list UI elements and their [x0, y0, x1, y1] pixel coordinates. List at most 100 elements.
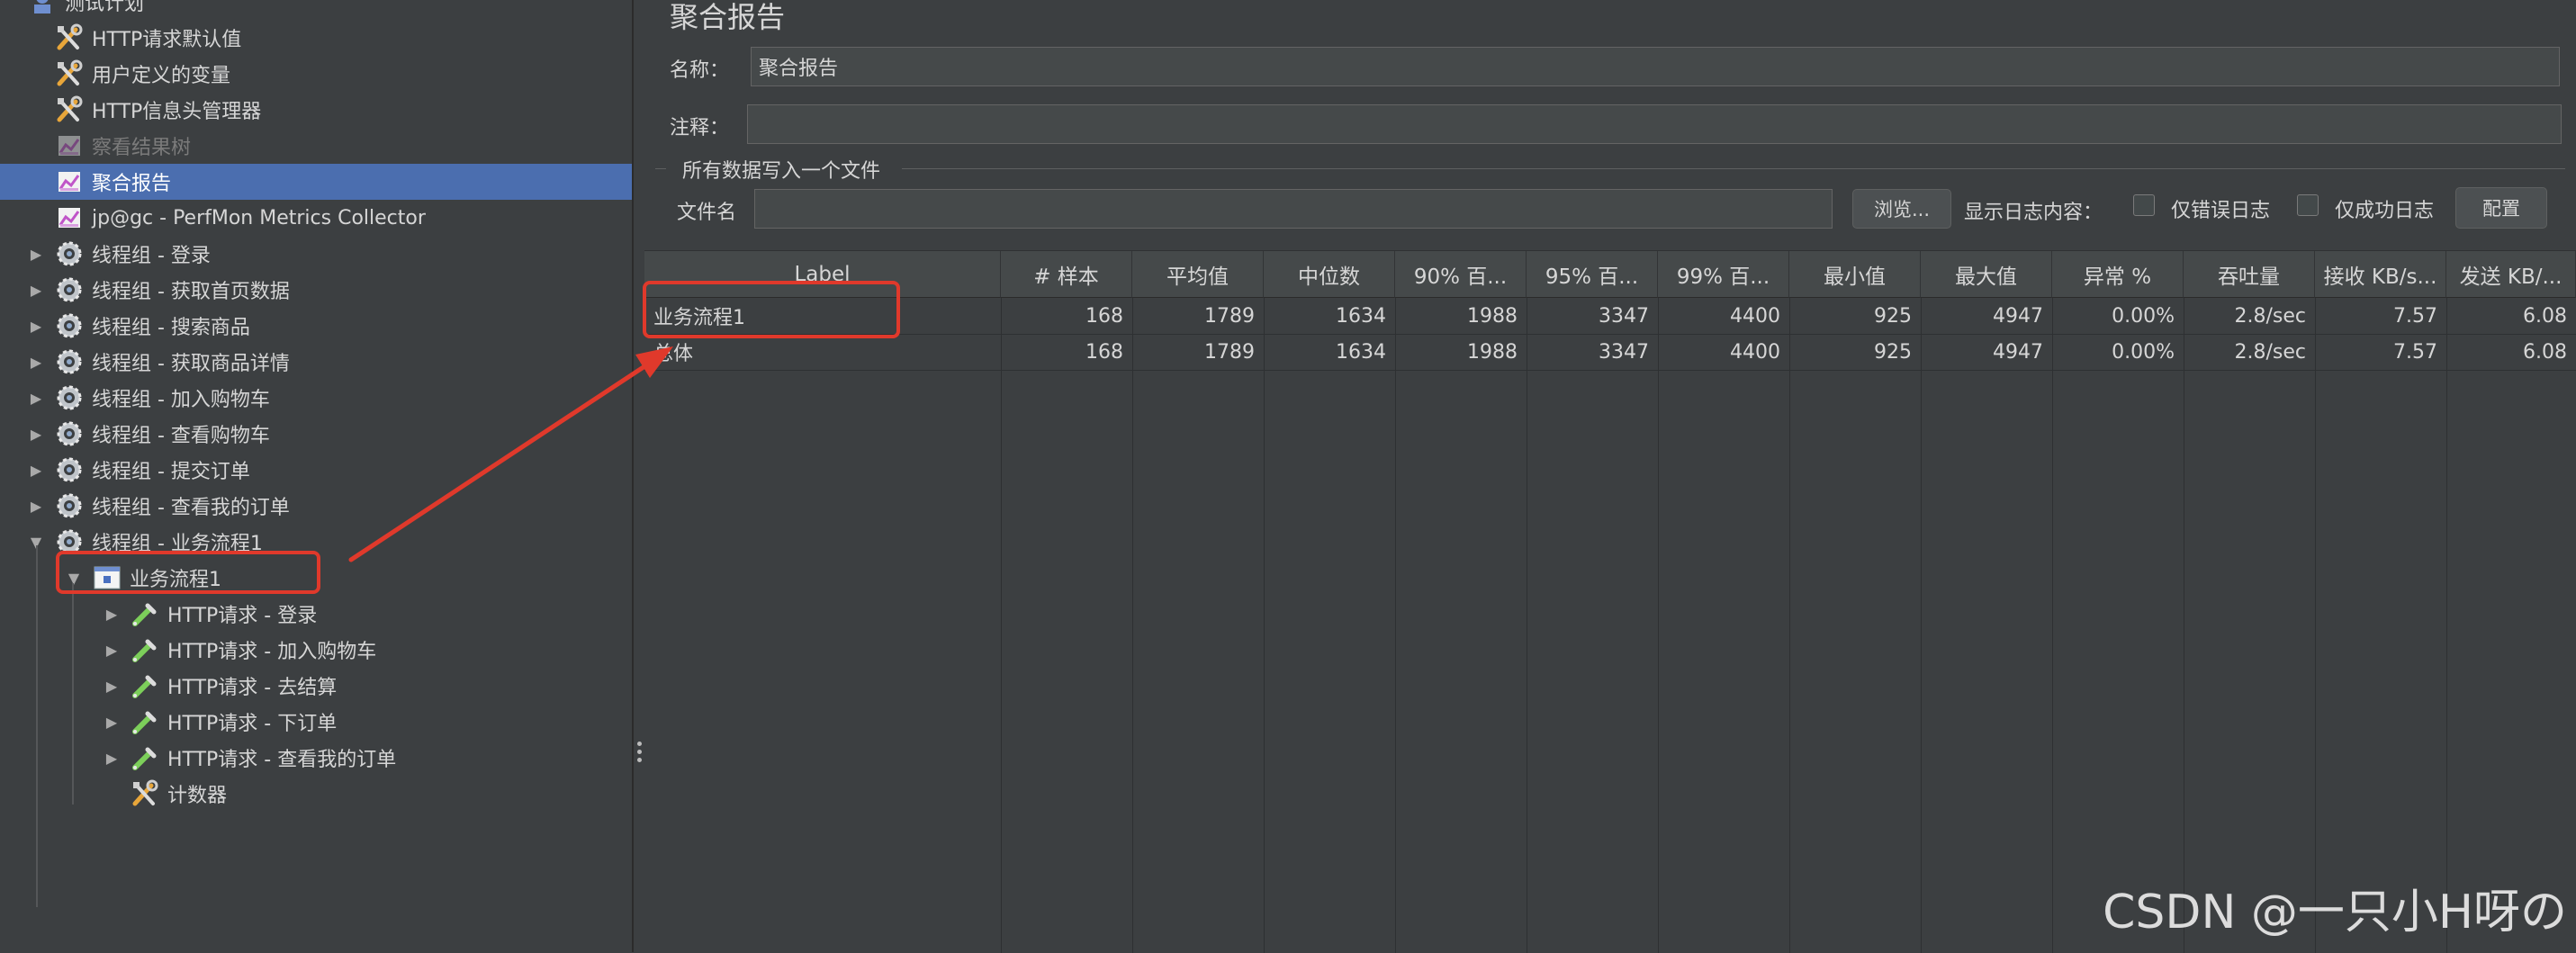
table-cell[interactable]: 1988 [1395, 298, 1527, 334]
column-divider [1132, 298, 1133, 953]
table-cell[interactable]: 3347 [1527, 334, 1658, 370]
split-pane-divider[interactable] [635, 740, 643, 767]
column-header[interactable]: 95% 百... [1527, 251, 1658, 298]
browse-button[interactable]: 浏览... [1852, 189, 1951, 229]
column-header[interactable]: 90% 百... [1395, 251, 1527, 298]
table-cell[interactable]: 168 [1001, 334, 1132, 370]
tree-item[interactable]: ▶ HTTP请求 - 加入购物车 [0, 632, 632, 668]
tree-item[interactable]: HTTP信息头管理器 [0, 92, 632, 128]
column-header[interactable]: 发送 KB/... [2446, 251, 2576, 298]
tree-item[interactable]: ▶ 线程组 - 登录 [0, 236, 632, 272]
collapsed-arrow-icon[interactable]: ▶ [103, 605, 121, 623]
table-cell[interactable]: 168 [1001, 298, 1132, 334]
table-cell[interactable]: 2.8/sec [2184, 334, 2315, 370]
tree-item[interactable]: ▶ HTTP请求 - 查看我的订单 [0, 740, 632, 776]
column-header[interactable]: # 样本 [1001, 251, 1132, 298]
collapsed-arrow-icon[interactable]: ▶ [27, 353, 45, 371]
column-divider [2446, 298, 2447, 953]
collapsed-arrow-icon[interactable]: ▶ [27, 497, 45, 515]
aggregate-report-panel: 聚合报告 名称： 聚合报告 注释： 所有数据写入一个文件 文件名 浏览... 显… [644, 0, 2576, 953]
tree-item[interactable]: ▶ HTTP请求 - 去结算 [0, 668, 632, 704]
row-label-cell[interactable]: 总体 [644, 334, 1001, 370]
tree-item[interactable]: ▶ 线程组 - 加入购物车 [0, 380, 632, 416]
table-cell[interactable]: 6.08 [2446, 334, 2576, 370]
collapsed-arrow-icon[interactable]: ▶ [103, 713, 121, 731]
tree-item[interactable]: ▶ 线程组 - 获取商品详情 [0, 344, 632, 380]
column-header[interactable]: 最小值 [1789, 251, 1921, 298]
wrench-icon [54, 94, 85, 125]
collapsed-arrow-icon[interactable]: ▶ [103, 641, 121, 659]
column-header[interactable]: 中位数 [1264, 251, 1395, 298]
tree-item[interactable]: jp@gc - PerfMon Metrics Collector [0, 200, 632, 236]
collapsed-arrow-icon[interactable]: ▶ [27, 281, 45, 299]
column-header[interactable]: 吞吐量 [2184, 251, 2315, 298]
table-cell[interactable]: 1988 [1395, 334, 1527, 370]
column-divider [1789, 298, 1790, 953]
tree-guide-line [36, 545, 38, 907]
column-divider [1395, 298, 1396, 953]
tree-item[interactable]: 察看结果树 [0, 128, 632, 164]
table-cell[interactable]: 4400 [1658, 334, 1789, 370]
tree-item[interactable]: ▶ HTTP请求 - 登录 [0, 596, 632, 632]
tree-item[interactable]: ▶ 线程组 - 查看我的订单 [0, 488, 632, 524]
table-cell[interactable]: 925 [1789, 298, 1921, 334]
table-cell[interactable]: 4400 [1658, 298, 1789, 334]
tree-item[interactable]: 用户定义的变量 [0, 56, 632, 92]
collapsed-arrow-icon[interactable]: ▶ [27, 425, 45, 443]
tree-item[interactable]: ▶ 线程组 - 查看购物车 [0, 416, 632, 452]
configure-button[interactable]: 配置 [2455, 187, 2547, 229]
table-cell[interactable]: 4947 [1921, 334, 2052, 370]
tree-guide-line [72, 583, 74, 805]
column-header[interactable]: 接收 KB/s... [2315, 251, 2446, 298]
table-cell[interactable]: 1634 [1264, 298, 1395, 334]
collapsed-arrow-icon[interactable]: ▶ [27, 245, 45, 263]
wrench-icon [130, 778, 160, 809]
table-cell[interactable]: 6.08 [2446, 298, 2576, 334]
collapsed-arrow-icon[interactable]: ▶ [27, 317, 45, 335]
filename-field[interactable] [754, 189, 1833, 229]
column-header[interactable]: 99% 百... [1658, 251, 1789, 298]
gear-icon [54, 418, 85, 449]
table-cell[interactable]: 7.57 [2315, 298, 2446, 334]
gear-icon [54, 490, 85, 521]
collapsed-arrow-icon[interactable]: ▶ [103, 749, 121, 767]
tree-item-label: HTTP请求 - 查看我的订单 [167, 749, 397, 771]
column-header[interactable]: 平均值 [1132, 251, 1264, 298]
tree-item[interactable]: 聚合报告 [0, 164, 632, 200]
errors-only-checkbox[interactable] [2133, 194, 2155, 216]
tree-item[interactable]: ▶ 线程组 - 搜索商品 [0, 308, 632, 344]
listener-chart-icon [54, 166, 85, 197]
collapsed-arrow-icon[interactable]: ▶ [27, 461, 45, 479]
success-only-checkbox[interactable] [2297, 194, 2319, 216]
collapsed-arrow-icon[interactable]: ▶ [103, 677, 121, 695]
tree-item[interactable]: ▶ 线程组 - 提交订单 [0, 452, 632, 488]
column-divider [1264, 298, 1265, 953]
table-cell[interactable]: 1634 [1264, 334, 1395, 370]
table-cell[interactable]: 1789 [1132, 334, 1264, 370]
tree-item[interactable]: ▶ 线程组 - 获取首页数据 [0, 272, 632, 308]
tree-item[interactable]: 计数器 [0, 776, 632, 812]
table-cell[interactable]: 7.57 [2315, 334, 2446, 370]
collapsed-arrow-icon[interactable]: ▶ [27, 389, 45, 407]
table-cell[interactable]: 3347 [1527, 298, 1658, 334]
column-header[interactable]: 异常 % [2052, 251, 2184, 298]
tree-item[interactable]: ▶ HTTP请求 - 下订单 [0, 704, 632, 740]
test-plan-tree[interactable]: 测试计划 HTTP请求默认值 用户定义的变量 HTTP信息头管理器 察看结果树 聚合报告 j… [0, 0, 634, 952]
table-cell[interactable]: 0.00% [2052, 334, 2184, 370]
tree-item-label: 线程组 - 获取商品详情 [92, 353, 290, 375]
comment-field[interactable] [747, 104, 2562, 144]
table-cell[interactable]: 1789 [1132, 298, 1264, 334]
tree-item[interactable]: HTTP请求默认值 [0, 20, 632, 56]
row-divider [644, 370, 2576, 371]
gear-icon [54, 274, 85, 305]
table-cell[interactable]: 0.00% [2052, 298, 2184, 334]
name-field[interactable]: 聚合报告 [751, 47, 2560, 86]
pipette-icon [130, 742, 160, 773]
tree-item[interactable]: 测试计划 [0, 0, 632, 20]
table-cell[interactable]: 925 [1789, 334, 1921, 370]
errors-only-label: 仅错误日志 [2171, 200, 2271, 222]
column-divider [1001, 298, 1002, 953]
table-cell[interactable]: 2.8/sec [2184, 298, 2315, 334]
table-cell[interactable]: 4947 [1921, 298, 2052, 334]
column-header[interactable]: 最大值 [1921, 251, 2052, 298]
